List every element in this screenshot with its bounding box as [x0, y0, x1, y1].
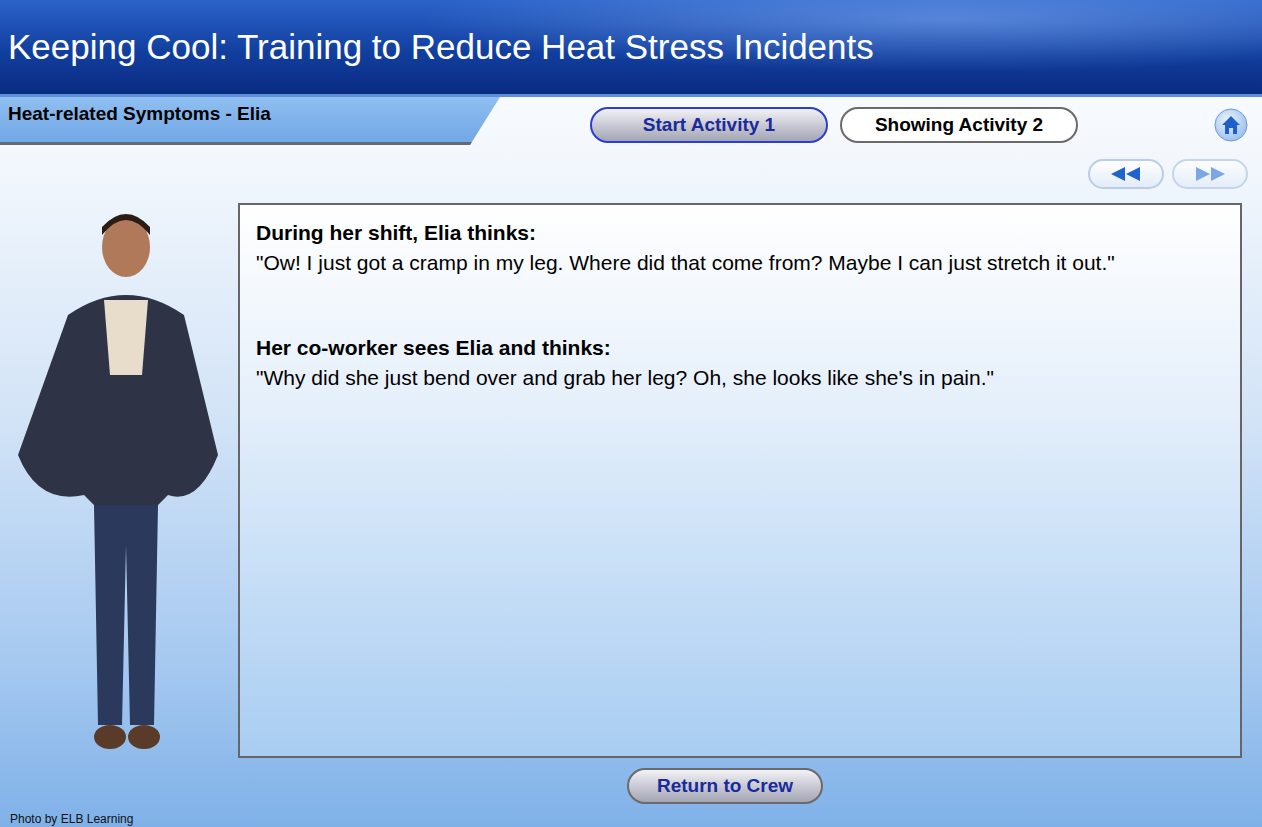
section-tab: Heat-related Symptoms - Elia — [0, 97, 500, 145]
thought-block: Her co-worker sees Elia and thinks:"Why … — [256, 336, 1224, 393]
thought-quote: "Ow! I just got a cramp in my leg. Where… — [256, 247, 1224, 278]
thought-quote: "Why did she just bend over and grab her… — [256, 362, 1224, 393]
forward-button[interactable] — [1172, 159, 1248, 189]
course-title: Keeping Cool: Training to Reduce Heat St… — [8, 27, 874, 67]
home-button[interactable] — [1214, 108, 1248, 142]
activity-button[interactable]: Start Activity 1 — [590, 107, 828, 143]
character-photo — [8, 203, 230, 767]
thought-block: During her shift, Elia thinks:"Ow! I jus… — [256, 221, 1224, 278]
back-button[interactable] — [1088, 159, 1164, 189]
main-area: During her shift, Elia thinks:"Ow! I jus… — [0, 191, 1262, 827]
return-row: Return to Crew — [238, 758, 1242, 804]
photo-credit: Photo by ELB Learning — [10, 812, 133, 826]
section-title: Heat-related Symptoms - Elia — [8, 103, 271, 125]
home-icon — [1214, 108, 1248, 142]
rewind-icon — [1109, 166, 1143, 182]
scenario-box: During her shift, Elia thinks:"Ow! I jus… — [238, 203, 1242, 758]
thought-speaker: Her co-worker sees Elia and thinks: — [256, 336, 1224, 360]
content-column: During her shift, Elia thinks:"Ow! I jus… — [238, 203, 1242, 827]
thought-speaker: During her shift, Elia thinks: — [256, 221, 1224, 245]
activity-buttons: Start Activity 1 Showing Activity 2 — [590, 107, 1078, 143]
section-bar: Heat-related Symptoms - Elia Start Activi… — [0, 97, 1262, 145]
person-icon — [8, 205, 228, 765]
navigation-row — [0, 145, 1262, 191]
fast-forward-icon — [1193, 166, 1227, 182]
return-to-crew-button[interactable]: Return to Crew — [627, 768, 823, 804]
activity-button[interactable]: Showing Activity 2 — [840, 107, 1078, 143]
header-banner: Keeping Cool: Training to Reduce Heat St… — [0, 0, 1262, 97]
training-page: Keeping Cool: Training to Reduce Heat St… — [0, 0, 1262, 827]
